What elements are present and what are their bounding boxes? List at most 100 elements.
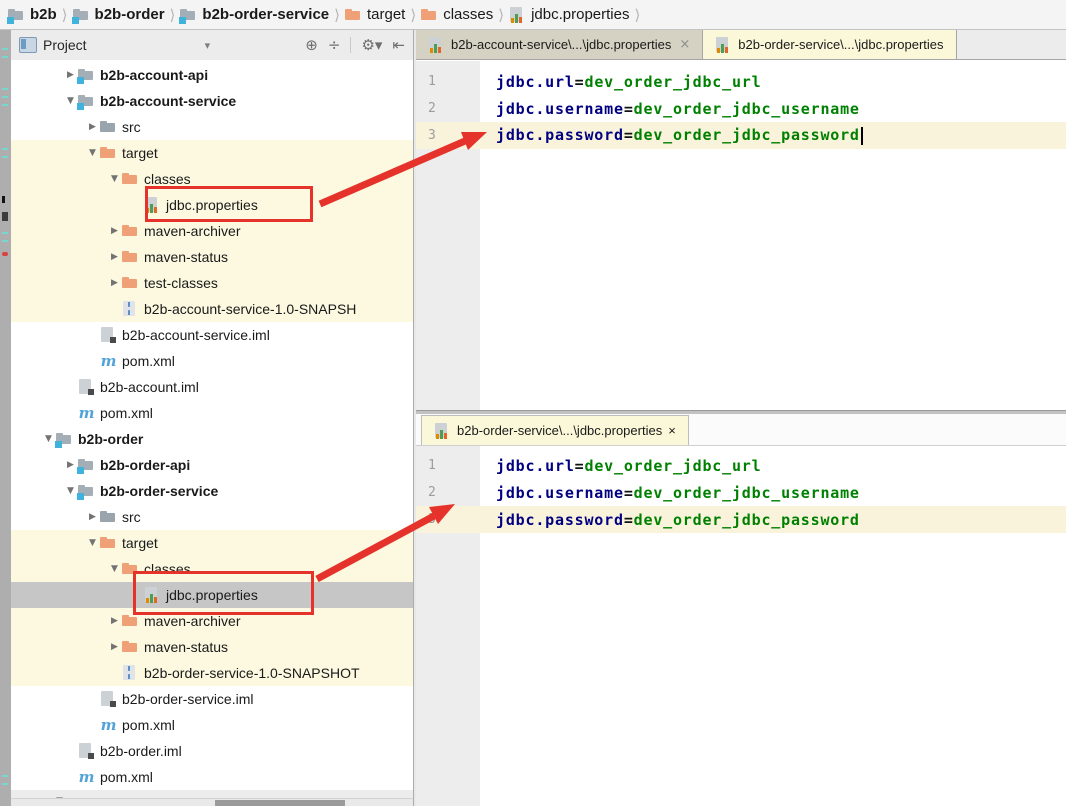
property-key: jdbc.url [496,456,575,475]
stripe-mark [2,56,8,58]
close-icon[interactable]: × [679,37,690,52]
editor-tab[interactable]: b2b-account-service\...\jdbc.properties × [416,30,704,59]
collapse-arrow-icon[interactable]: ▶ [107,252,122,262]
tree-row[interactable]: b2b-order-service.iml [11,686,413,712]
tree-row[interactable]: ▼ b2b-account-service [11,88,413,114]
chevron-down-icon[interactable]: ▾ [205,39,211,52]
locate-icon[interactable]: ⊕ [305,37,318,53]
collapse-arrow-icon[interactable]: ▶ [63,460,78,470]
tree-item-label: maven-archiver [144,223,241,239]
collapse-all-icon[interactable]: ÷ [328,37,341,53]
project-panel-title: Project [43,37,87,53]
tree-row[interactable]: ▶ maven-status [11,634,413,660]
collapse-arrow-icon[interactable]: ▶ [107,642,122,652]
property-key: jdbc.url [496,72,575,91]
collapse-arrow-icon[interactable]: ▶ [85,512,100,522]
breadcrumb-item[interactable]: b2b-order [71,6,165,24]
editor-tab[interactable]: b2b-order-service\...\jdbc.properties [703,30,957,59]
module-icon [77,67,95,84]
breadcrumb-item-label: b2b-order [94,6,165,23]
properties-icon [144,197,161,213]
tree-item-label: pom.xml [100,769,153,785]
tree-row[interactable]: ▶ maven-status [11,244,413,270]
tree-row[interactable]: jdbc.properties [11,192,413,218]
tree-item-label: test-classes [144,275,218,291]
tree-row[interactable]: jdbc.properties [11,582,413,608]
editor-tab[interactable]: b2b-order-service\...\jdbc.properties × [421,415,689,445]
maven-icon: m [78,404,95,422]
tree-item-label: src [122,509,141,525]
breadcrumb-item[interactable]: classes [421,6,493,23]
tree-row[interactable]: b2b-order.iml [11,738,413,764]
breadcrumb-separator-icon: ⟩ [61,5,68,24]
property-value: dev_order_jdbc_password [633,126,860,145]
tree-row[interactable]: ▶ maven-archiver [11,608,413,634]
tree-row[interactable]: m pom.xml [11,764,413,790]
expand-arrow-icon[interactable]: ▼ [63,96,78,106]
expand-arrow-icon[interactable]: ▼ [85,538,100,548]
collapse-arrow-icon[interactable]: ▶ [107,226,122,236]
folder-orange-icon [122,639,139,655]
tree-row[interactable]: b2b-account-service-1.0-SNAPSH [11,296,413,322]
folder-orange-icon [122,171,139,187]
tree-row[interactable]: ▼ classes [11,166,413,192]
tree-row[interactable]: m pom.xml [11,712,413,738]
tree-row[interactable]: m pom.xml [11,400,413,426]
tree-row[interactable]: ▶ b2b-order-api [11,452,413,478]
horizontal-scrollbar[interactable] [11,798,413,806]
hide-panel-icon[interactable]: ⇤ [392,37,405,53]
editor-bottom[interactable]: 1 jdbc.url=dev_order_jdbc_url 2 jdbc.userna… [416,446,1066,806]
expand-arrow-icon[interactable]: ▼ [107,174,122,184]
editor-line[interactable]: 2 jdbc.username=dev_order_jdbc_username [416,95,1066,122]
module-icon [77,457,95,474]
editor-top[interactable]: 1 jdbc.url=dev_order_jdbc_url 2 jdbc.userna… [416,61,1066,410]
tree-row[interactable]: b2b-account-service.iml [11,322,413,348]
editor-tab-label: b2b-order-service\...\jdbc.properties [738,37,944,52]
tree-row[interactable]: ▼ b2b-order-service [11,478,413,504]
breadcrumb-item[interactable]: b2b-order-service [179,6,329,24]
collapse-arrow-icon[interactable]: ▶ [107,278,122,288]
iml-icon [78,743,95,759]
tree-row[interactable]: ▶ src [11,114,413,140]
breadcrumb-item[interactable]: b2b [7,6,57,24]
collapse-arrow-icon[interactable]: ▶ [85,122,100,132]
stripe-mark [2,88,8,90]
collapse-arrow-icon[interactable]: ▶ [107,616,122,626]
properties-icon [428,36,445,53]
close-icon[interactable]: × [668,423,676,438]
tree-row[interactable]: ▶ maven-archiver [11,218,413,244]
expand-arrow-icon[interactable]: ▼ [41,434,56,444]
text-caret [860,126,863,145]
tree-item-label: b2b-order-service.iml [122,691,254,707]
maven-icon: m [100,716,117,734]
tree-row[interactable]: ▼ target [11,530,413,556]
settings-gear-icon[interactable]: ⚙▾ [361,37,382,53]
tree-row[interactable]: ▼ b2b-order [11,426,413,452]
collapse-arrow-icon[interactable]: ▶ [63,70,78,80]
tree-row[interactable]: ▼ target [11,140,413,166]
editor-line[interactable]: 1 jdbc.url=dev_order_jdbc_url [416,68,1066,95]
expand-arrow-icon[interactable]: ▼ [107,564,122,574]
tree-row[interactable]: b2b-account.iml [11,374,413,400]
breadcrumb-item[interactable]: target [344,6,405,23]
tree-item-label: b2b-account-service [100,93,237,109]
expand-arrow-icon[interactable]: ▼ [63,486,78,496]
tree-row[interactable]: ▶ b2b-account-api [11,62,413,88]
editor-line[interactable]: 3 jdbc.password=dev_order_jdbc_password [416,506,1066,533]
tree-row[interactable]: ▶ src [11,504,413,530]
expand-arrow-icon[interactable]: ▼ [85,148,100,158]
tree-row[interactable]: b2b-order-service-1.0-SNAPSHOT [11,660,413,686]
tree-row[interactable]: ▶ test-classes [11,270,413,296]
stripe-mark [2,775,8,777]
breadcrumb-item[interactable]: jdbc.properties [509,6,629,23]
editor-line[interactable]: 3 jdbc.password=dev_order_jdbc_password [416,122,1066,149]
property-value: dev_order_jdbc_password [633,510,860,529]
tree-row[interactable]: m pom.xml [11,348,413,374]
scrollbar-thumb[interactable] [215,800,345,806]
project-panel-header: Project ▾ ⊕ ÷ ⚙▾ ⇤ [11,30,413,60]
folder-orange-icon [122,249,139,265]
tree-row[interactable]: ▼ classes [11,556,413,582]
tree-item-label: b2b-order-api [100,457,191,473]
editor-line[interactable]: 2 jdbc.username=dev_order_jdbc_username [416,479,1066,506]
editor-line[interactable]: 1 jdbc.url=dev_order_jdbc_url [416,452,1066,479]
